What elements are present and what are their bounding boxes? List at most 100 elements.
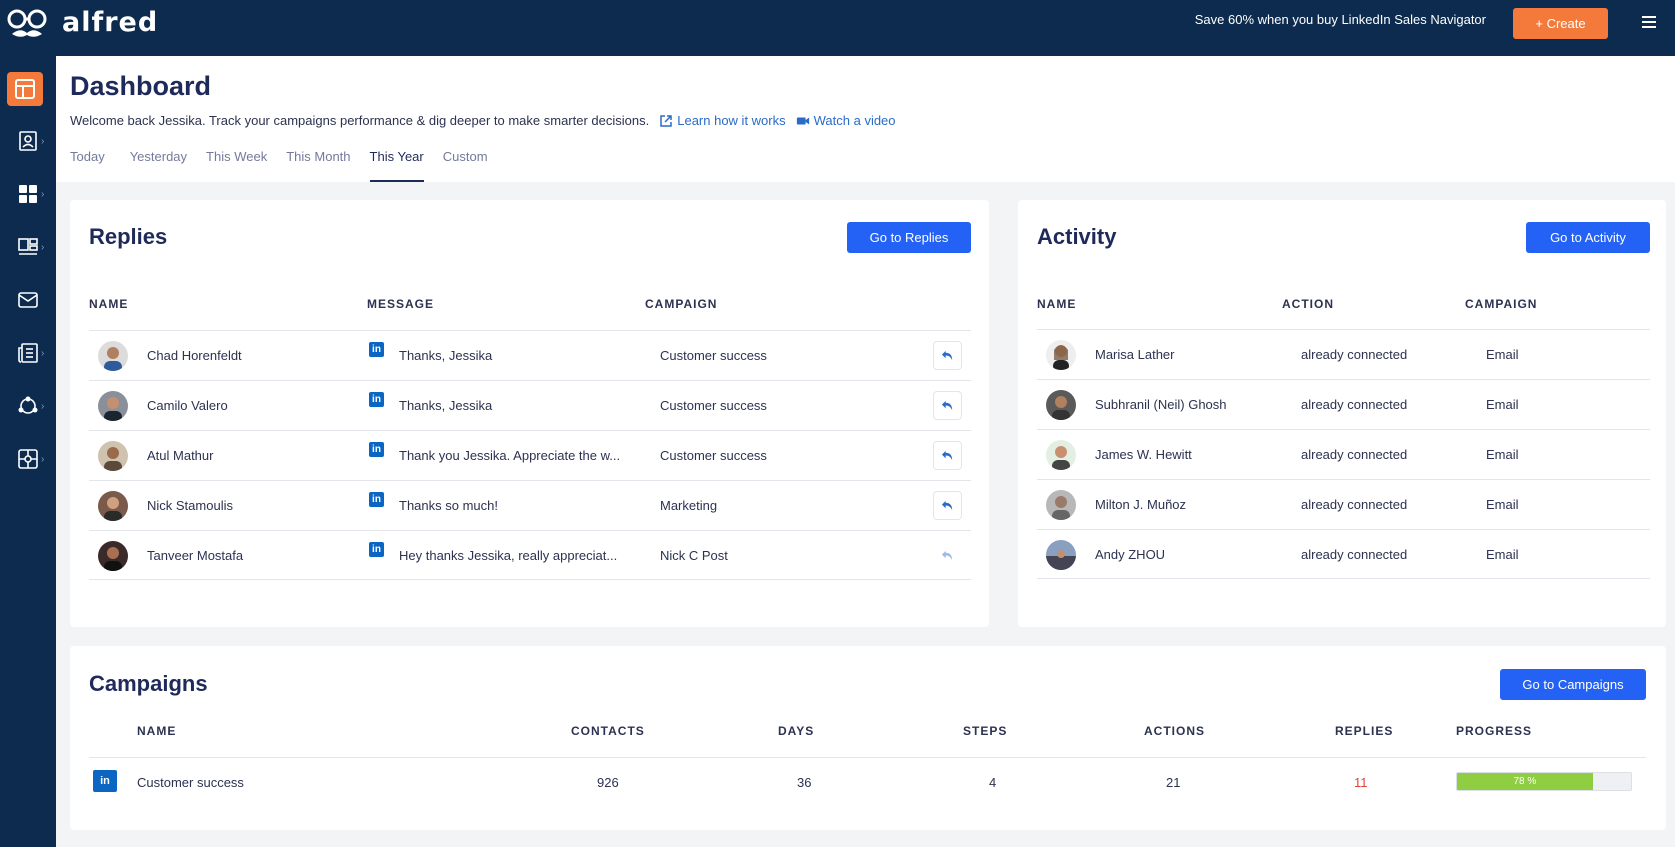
go-to-campaigns-button[interactable]: Go to Campaigns	[1500, 669, 1646, 700]
avatar	[98, 491, 128, 521]
avatar	[1046, 390, 1076, 420]
campaigns-title: Campaigns	[89, 671, 208, 696]
promo-link[interactable]: Save 60% when you buy LinkedIn Sales Nav…	[1195, 12, 1486, 27]
network-icon	[18, 396, 38, 414]
table-row[interactable]: Camilo Valero in Thanks, Jessika Custome…	[89, 380, 971, 430]
reply-name: Tanveer Mostafa	[147, 548, 244, 563]
reply-arrow-icon	[941, 500, 953, 511]
activity-name: Marisa Lather	[1095, 347, 1175, 362]
reply-campaign: Marketing	[660, 498, 718, 513]
table-row[interactable]: Milton J. Muñoz already connected Email	[1037, 479, 1650, 529]
table-row[interactable]: Subhranil (Neil) Ghosh already connected…	[1037, 379, 1650, 429]
table-row[interactable]: Atul Mathur in Thank you Jessika. Apprec…	[89, 430, 971, 480]
activity-action: already connected	[1301, 397, 1408, 412]
reply-button[interactable]	[933, 541, 962, 570]
table-row[interactable]: Nick Stamoulis in Thanks so much! Market…	[89, 480, 971, 530]
create-button[interactable]: + Create	[1513, 8, 1608, 39]
table-row[interactable]: Chad Horenfeldt in Thanks, Jessika Custo…	[89, 330, 971, 380]
activity-campaign: Email	[1486, 447, 1519, 462]
tab-this-month[interactable]: This Month	[286, 149, 350, 182]
avatar	[98, 391, 128, 421]
chevron-right-icon: ›	[41, 189, 45, 200]
table-row[interactable]: Andy ZHOU already connected Email	[1037, 529, 1650, 579]
replies-card: Replies Go to Replies NAME MESSAGE CAMPA…	[70, 200, 989, 627]
activity-name: Subhranil (Neil) Ghosh	[1095, 397, 1227, 412]
column-header-contacts: CONTACTS	[571, 724, 645, 738]
watch-video-link-label: Watch a video	[813, 113, 896, 128]
activity-campaign: Email	[1486, 547, 1519, 562]
go-to-replies-button[interactable]: Go to Replies	[847, 222, 971, 253]
learn-how-link[interactable]: Learn how it works	[659, 113, 786, 128]
linkedin-icon: in	[369, 342, 384, 357]
tab-custom[interactable]: Custom	[443, 149, 488, 182]
reply-name: Camilo Valero	[147, 398, 228, 413]
chevron-right-icon: ›	[41, 454, 45, 465]
campaign-steps: 4	[989, 775, 997, 790]
avatar	[98, 541, 128, 571]
table-row[interactable]: in Customer success 926 36 4 21 11 78 %	[89, 757, 1646, 806]
table-row[interactable]: Tanveer Mostafa in Hey thanks Jessika, r…	[89, 530, 971, 580]
sidebar-item-mail[interactable]	[10, 283, 46, 317]
go-to-activity-button[interactable]: Go to Activity	[1526, 222, 1650, 253]
activity-action: already connected	[1301, 447, 1408, 462]
sidebar-item-dashboard[interactable]	[7, 72, 43, 106]
glasses-mustache-icon	[7, 9, 47, 37]
reply-campaign: Customer success	[660, 448, 767, 463]
hamburger-menu-icon[interactable]	[1642, 16, 1656, 28]
reply-button[interactable]	[933, 391, 962, 420]
activity-title: Activity	[1037, 224, 1117, 249]
page-header: Dashboard Welcome back Jessika. Track yo…	[56, 56, 1675, 182]
reply-button[interactable]	[933, 341, 962, 370]
campaign-days: 36	[797, 775, 812, 790]
watch-video-link[interactable]: Watch a video	[796, 113, 896, 128]
reply-name: Chad Horenfeldt	[147, 348, 242, 363]
avatar	[1046, 540, 1076, 570]
linkedin-icon: in	[369, 542, 384, 557]
column-header-steps: STEPS	[963, 724, 1008, 738]
tab-today[interactable]: Today	[70, 149, 105, 182]
reply-arrow-icon	[941, 400, 953, 411]
avatar	[1046, 340, 1076, 370]
activity-name: Andy ZHOU	[1095, 547, 1166, 562]
avatar	[98, 341, 128, 371]
welcome-message: Welcome back Jessika. Track your campaig…	[70, 113, 896, 128]
app-logo[interactable]: alfred	[6, 7, 158, 42]
reply-button[interactable]	[933, 491, 962, 520]
reply-campaign: Customer success	[660, 348, 767, 363]
page-title: Dashboard	[70, 71, 212, 101]
column-header-days: DAYS	[778, 724, 815, 738]
chevron-right-icon: ›	[41, 136, 45, 147]
tab-this-year[interactable]: This Year	[369, 149, 424, 182]
activity-card: Activity Go to Activity NAME ACTION CAMP…	[1018, 200, 1666, 627]
welcome-text: Welcome back Jessika. Track your campaig…	[70, 113, 650, 128]
activity-action: already connected	[1301, 497, 1408, 512]
linkedin-icon: in	[369, 492, 384, 507]
reply-message: Thanks so much!	[399, 498, 498, 513]
activity-action: already connected	[1301, 347, 1408, 362]
templates-icon	[18, 238, 38, 255]
sidebar: › › › › › ›	[0, 56, 56, 847]
column-header-name: NAME	[89, 297, 129, 311]
apps-grid-icon	[19, 185, 37, 203]
reply-message: Thanks, Jessika	[399, 348, 493, 363]
column-header-actions: ACTIONS	[1144, 724, 1205, 738]
table-row[interactable]: James W. Hewitt already connected Email	[1037, 429, 1650, 479]
activity-campaign: Email	[1486, 397, 1519, 412]
column-header-campaign: CAMPAIGN	[1465, 297, 1538, 311]
reply-message: Hey thanks Jessika, really appreciat...	[399, 548, 618, 563]
chevron-right-icon: ›	[41, 401, 45, 412]
table-row[interactable]: Marisa Lather already connected Email	[1037, 329, 1650, 379]
dashboard-icon	[15, 79, 35, 99]
linkedin-icon: in	[369, 392, 384, 407]
column-header-progress: PROGRESS	[1456, 724, 1533, 738]
contacts-icon	[19, 131, 37, 151]
campaign-name[interactable]: Customer success	[137, 775, 244, 790]
integrations-icon	[18, 449, 38, 469]
reply-button[interactable]	[933, 441, 962, 470]
linkedin-icon: in	[369, 442, 384, 457]
tab-yesterday[interactable]: Yesterday	[130, 149, 187, 182]
activity-campaign: Email	[1486, 347, 1519, 362]
reply-message: Thanks, Jessika	[399, 398, 493, 413]
reports-icon	[18, 343, 38, 363]
tab-this-week[interactable]: This Week	[206, 149, 267, 182]
